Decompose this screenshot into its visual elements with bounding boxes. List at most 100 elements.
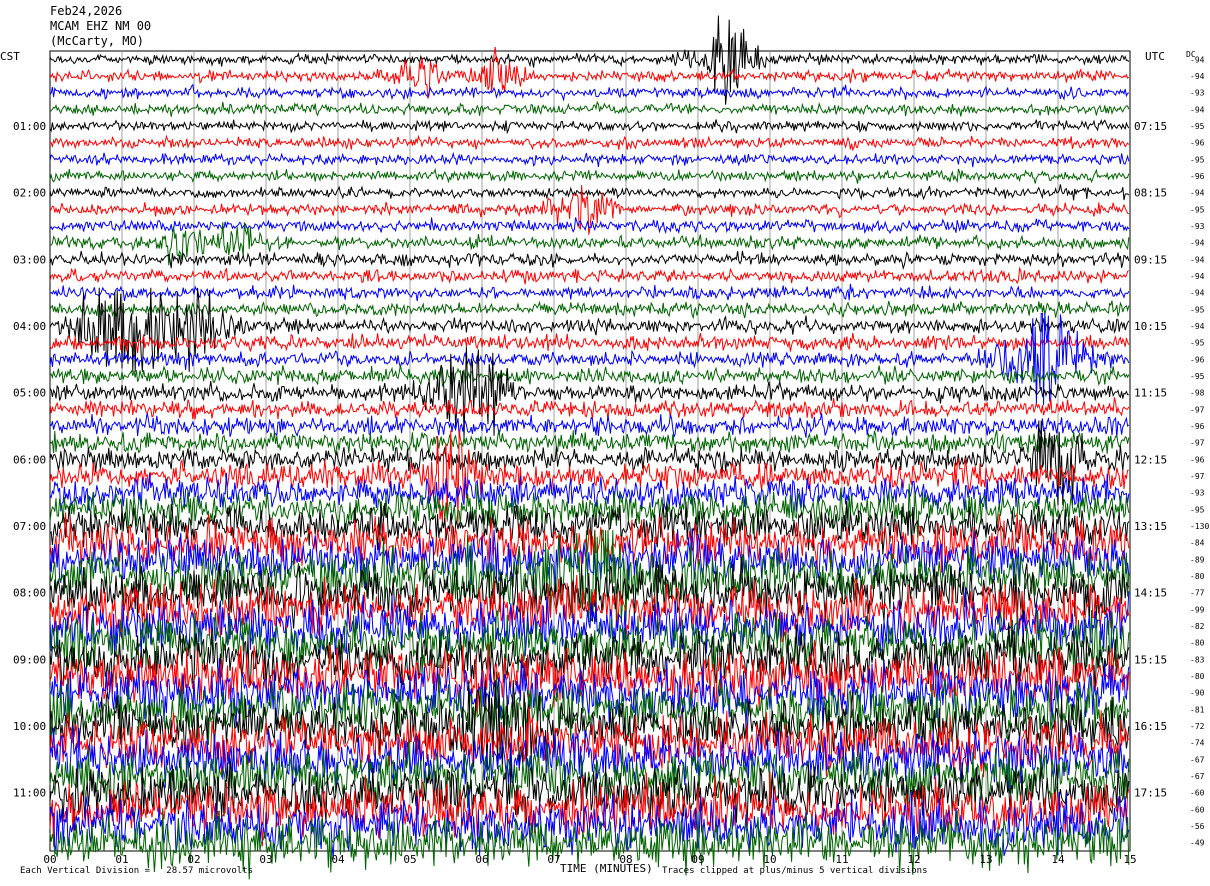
seismic-trace xyxy=(49,151,1130,168)
x-tick-label: 01 xyxy=(115,853,128,866)
dc-offset-label: -56 xyxy=(1190,822,1205,831)
dc-offset-label: -97 xyxy=(1190,472,1205,481)
dc-offset-label: -93 xyxy=(1190,222,1205,231)
dc-offset-label: -81 xyxy=(1190,705,1205,714)
clip-note: Traces clipped at plus/minus 5 vertical … xyxy=(662,866,928,876)
seismic-trace xyxy=(49,250,1130,271)
seismic-trace xyxy=(49,429,1130,455)
utc-time-label: 16:15 xyxy=(1134,720,1167,733)
dc-offset-label: -94 xyxy=(1190,239,1205,248)
cst-time-label: 08:00 xyxy=(13,587,46,600)
dc-offset-label: -97 xyxy=(1190,405,1205,414)
seismic-trace xyxy=(49,365,1130,388)
x-tick-label: 15 xyxy=(1123,853,1136,866)
dc-offset-label: -94 xyxy=(1190,289,1205,298)
dc-offset-label: -72 xyxy=(1190,722,1205,731)
x-tick-label: 12 xyxy=(907,853,920,866)
dc-offset-label: -60 xyxy=(1190,789,1205,798)
seismic-trace xyxy=(49,283,1130,302)
seismic-trace xyxy=(49,266,1130,285)
utc-time-label: 10:15 xyxy=(1134,320,1167,333)
dc-offset-label: -74 xyxy=(1190,739,1205,748)
dc-offset-label: -97 xyxy=(1190,439,1205,448)
dc-offset-label: -96 xyxy=(1190,422,1205,431)
cst-time-label: 06:00 xyxy=(13,453,46,466)
dc-offset-label: -99 xyxy=(1190,605,1205,614)
seismic-trace xyxy=(49,100,1130,117)
seismic-trace xyxy=(49,83,1130,102)
dc-offset-label: -95 xyxy=(1190,155,1205,164)
seismic-trace xyxy=(49,118,1130,135)
dc-offset-label: -90 xyxy=(1190,689,1205,698)
utc-time-label: 15:15 xyxy=(1134,653,1167,666)
dc-offset-label: -83 xyxy=(1190,655,1205,664)
seismic-trace xyxy=(49,184,1130,201)
dc-offset-label: -95 xyxy=(1190,205,1205,214)
x-tick-label: 04 xyxy=(331,853,345,866)
dc-offset-label: -77 xyxy=(1190,589,1205,598)
cst-time-label: 11:00 xyxy=(13,787,46,800)
dc-offset-label: -94 xyxy=(1190,105,1205,114)
x-tick-label: 02 xyxy=(187,853,200,866)
dc-offset-label: -49 xyxy=(1190,839,1205,848)
x-tick-label: 11 xyxy=(835,853,848,866)
cst-time-label: 01:00 xyxy=(13,120,46,133)
helicorder-plot: -94 -94 -93 -94 -95 -96 -95 -96 -94 -95 -93 -94 -94 -… xyxy=(13,15,1209,880)
x-axis-title: TIME (MINUTES) xyxy=(560,862,653,875)
dc-offset-label: -98 xyxy=(1190,389,1205,398)
cst-time-label: 02:00 xyxy=(13,187,46,200)
dc-offset-label: -94 xyxy=(1190,272,1205,281)
cst-time-label: 10:00 xyxy=(13,720,46,733)
utc-time-label: 09:15 xyxy=(1134,253,1167,266)
dc-offset-label: -67 xyxy=(1190,755,1205,764)
dc-offset-label: -95 xyxy=(1190,372,1205,381)
cst-time-label: 03:00 xyxy=(13,253,46,266)
utc-time-label: 07:15 xyxy=(1134,120,1167,133)
dc-offset-label: -96 xyxy=(1190,172,1205,181)
x-tick-label: 06 xyxy=(475,853,488,866)
x-tick-label: 00 xyxy=(43,853,56,866)
dc-offset-label: -94 xyxy=(1190,189,1205,198)
utc-time-label: 12:15 xyxy=(1134,453,1167,466)
dc-offset-label: -80 xyxy=(1190,572,1205,581)
utc-time-label: 14:15 xyxy=(1134,587,1167,600)
dc-offset-label: -82 xyxy=(1190,622,1205,631)
x-tick-label: 05 xyxy=(403,853,416,866)
dc-offset-label: -96 xyxy=(1190,139,1205,148)
dc-offset-label: -94 xyxy=(1190,55,1205,64)
dc-offset-label: -93 xyxy=(1190,89,1205,98)
x-tick-label: 10 xyxy=(763,853,776,866)
scale-note: Each Vertical Division = 28.57 microvolt… xyxy=(20,866,253,876)
dc-offset-label: -94 xyxy=(1190,255,1205,264)
cst-time-label: 04:00 xyxy=(13,320,46,333)
dc-offset-label: -95 xyxy=(1190,505,1205,514)
x-tick-label: 03 xyxy=(259,853,272,866)
x-tick-label: 13 xyxy=(979,853,992,866)
dc-offset-label: -95 xyxy=(1190,339,1205,348)
dc-offset-label: -130 xyxy=(1190,522,1209,531)
cst-time-label: 09:00 xyxy=(13,653,46,666)
cst-time-label: 05:00 xyxy=(13,387,46,400)
seismic-trace xyxy=(49,167,1130,184)
cst-time-label: 07:00 xyxy=(13,520,46,533)
seismic-trace xyxy=(49,300,1130,320)
dc-offset-label: -60 xyxy=(1190,805,1205,814)
dc-offset-label: -80 xyxy=(1190,639,1205,648)
dc-offset-label: -89 xyxy=(1190,555,1205,564)
dc-offset-label: -84 xyxy=(1190,539,1205,548)
utc-time-label: 13:15 xyxy=(1134,520,1167,533)
utc-time-label: 17:15 xyxy=(1134,787,1167,800)
seismic-trace xyxy=(49,134,1130,152)
x-tick-label: 09 xyxy=(691,853,704,866)
dc-offset-label: -67 xyxy=(1190,772,1205,781)
dc-offset-label: -95 xyxy=(1190,305,1205,314)
dc-offset-label: -94 xyxy=(1190,72,1205,81)
utc-time-label: 08:15 xyxy=(1134,187,1167,200)
dc-offset-label: -95 xyxy=(1190,122,1205,131)
x-tick-label: 14 xyxy=(1051,853,1065,866)
utc-time-label: 11:15 xyxy=(1134,387,1167,400)
dc-offset-label: -80 xyxy=(1190,672,1205,681)
x-tick-label: 07 xyxy=(547,853,560,866)
dc-offset-label: -94 xyxy=(1190,322,1205,331)
dc-offset-label: -93 xyxy=(1190,489,1205,498)
